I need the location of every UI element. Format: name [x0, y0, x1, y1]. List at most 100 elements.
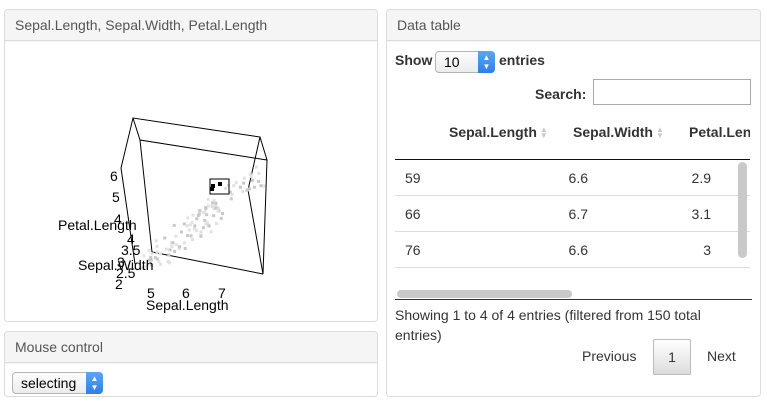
scatter-point — [186, 216, 190, 220]
scatter-point — [207, 224, 211, 228]
table-bottom-border — [395, 299, 752, 300]
scatter-point — [183, 247, 187, 250]
table-row[interactable]: 59 6.6 2.9 — [395, 160, 750, 196]
scatter-point — [158, 252, 162, 256]
column-header-label: Sepal.Length — [449, 124, 537, 140]
scatter-point — [199, 230, 203, 234]
page-button-current[interactable]: 1 — [653, 339, 691, 375]
scatter-point — [215, 222, 219, 226]
scatter-point — [210, 204, 214, 208]
selected-points — [210, 182, 222, 191]
cell-sepal-width: 2.9 — [691, 170, 711, 186]
scatter-point — [182, 222, 186, 226]
column-header-label: Petal.Len — [689, 124, 750, 140]
scatter-point — [209, 230, 213, 234]
scatter-point — [250, 178, 254, 182]
scatter-point — [193, 224, 197, 228]
scatter-point — [221, 212, 225, 215]
scatter-point — [157, 260, 161, 264]
scatter-point — [187, 228, 191, 232]
scatter-point — [166, 260, 170, 263]
mouse-control-body: selecting ▲ ▼ — [5, 364, 377, 396]
column-header-sepal-width[interactable]: Sepal.Width ▲ ▼ — [573, 124, 664, 140]
bounding-box — [120, 117, 268, 275]
table-row[interactable]: 76 6.6 3 — [395, 232, 750, 268]
scatter-point — [193, 227, 197, 231]
scatter-point — [241, 190, 244, 193]
vertical-scrollbar[interactable] — [738, 162, 747, 258]
entries-label-wrap: entries — [499, 52, 545, 68]
scatter-point — [191, 213, 195, 217]
next-button[interactable]: Next — [707, 348, 736, 364]
entries-label: entries — [499, 52, 545, 68]
horizontal-scrollbar[interactable] — [397, 290, 572, 298]
cell-sepal-width: 3 — [703, 242, 711, 258]
table-scroll-area[interactable]: Sepal.Length ▲ ▼ Sepal.Width ▲ ▼ Petal.Len 5… — [395, 114, 750, 299]
search-input[interactable] — [593, 79, 751, 105]
scatter-point — [172, 223, 176, 227]
scatter-point — [155, 244, 159, 248]
previous-button[interactable]: Previous — [582, 348, 636, 364]
y-axis-label: Sepal.Width — [78, 257, 153, 273]
unselected-points — [141, 165, 266, 270]
scatter-point — [214, 201, 218, 205]
data-table-panel: Data table Show 10 ▲ ▼ entries Search: Se… — [386, 9, 761, 397]
scatter-point — [219, 216, 223, 220]
scatter-point — [242, 181, 246, 185]
scatter-point — [147, 248, 151, 252]
scatter-point — [182, 241, 186, 245]
data-table-body: Show 10 ▲ ▼ entries Search: Sepal.Length ▲… — [387, 42, 760, 396]
scatter-point — [195, 217, 199, 221]
select-arrows-icon: ▲ ▼ — [86, 372, 103, 394]
cell-sepal-length: 6.7 — [568, 206, 588, 222]
scatter-point — [171, 241, 175, 245]
sort-icon: ▲ ▼ — [539, 125, 548, 141]
entries-length-select[interactable]: 10 ▲ ▼ — [435, 51, 495, 73]
scatter-point — [199, 234, 203, 238]
scatter-point — [178, 245, 181, 249]
table-rows: 59 6.6 2.9 66 6.7 3.1 76 6.6 3 — [395, 160, 750, 299]
scatter-point — [257, 179, 261, 183]
scatter-point — [206, 197, 210, 201]
scatter-point — [234, 181, 238, 185]
table-row[interactable]: 66 6.7 3.1 — [395, 196, 750, 232]
scatter-point — [212, 214, 216, 218]
length-control: Show — [395, 52, 432, 68]
scatter-point — [259, 184, 263, 188]
scatter-point — [205, 213, 209, 217]
scatter-point — [203, 218, 207, 222]
scatter-point — [212, 198, 216, 202]
mouse-mode-select[interactable]: selecting ▲ ▼ — [12, 372, 103, 394]
scatter-point — [201, 211, 205, 215]
scatter-point — [206, 221, 210, 225]
scatter-point — [159, 262, 163, 266]
scatter-point — [252, 185, 256, 189]
scatter-point — [164, 247, 168, 251]
scatter-point — [155, 250, 159, 254]
scatter-3d-plot[interactable]: 6 5 4 Petal.Length 4 3.5 3 2.5 2 Sepal.W… — [5, 42, 377, 321]
scatter-point — [185, 224, 189, 228]
scatter-point — [186, 233, 190, 237]
scatter-point — [204, 207, 208, 211]
cell-sepal-width: 3.1 — [691, 206, 711, 222]
mouse-control-panel: Mouse control selecting ▲ ▼ — [4, 331, 378, 397]
mouse-control-title: Mouse control — [5, 332, 377, 363]
scatter-point — [150, 252, 154, 256]
scatter-point — [242, 176, 246, 180]
scatter-point — [173, 250, 177, 253]
entries-length-value: 10 — [444, 54, 460, 70]
scatter-point — [245, 188, 249, 192]
z-tick-5: 5 — [112, 189, 120, 205]
plot-area[interactable]: 6 5 4 Petal.Length 4 3.5 3 2.5 2 Sepal.W… — [5, 42, 377, 321]
column-header-sepal-length[interactable]: Sepal.Length ▲ ▼ — [449, 124, 548, 140]
column-header-petal-length[interactable]: Petal.Len — [689, 124, 750, 140]
scatter-point — [201, 226, 205, 230]
scatter-point — [154, 239, 158, 243]
select-arrows-icon: ▲ ▼ — [478, 51, 495, 73]
plot-panel-title: Sepal.Length, Sepal.Width, Petal.Length — [5, 10, 377, 41]
scatter-point — [254, 165, 258, 169]
y-tick-2: 2 — [115, 276, 123, 292]
scatter-point — [180, 230, 183, 234]
cell-sepal-length: 6.6 — [568, 242, 588, 258]
scatter-point — [239, 185, 242, 189]
